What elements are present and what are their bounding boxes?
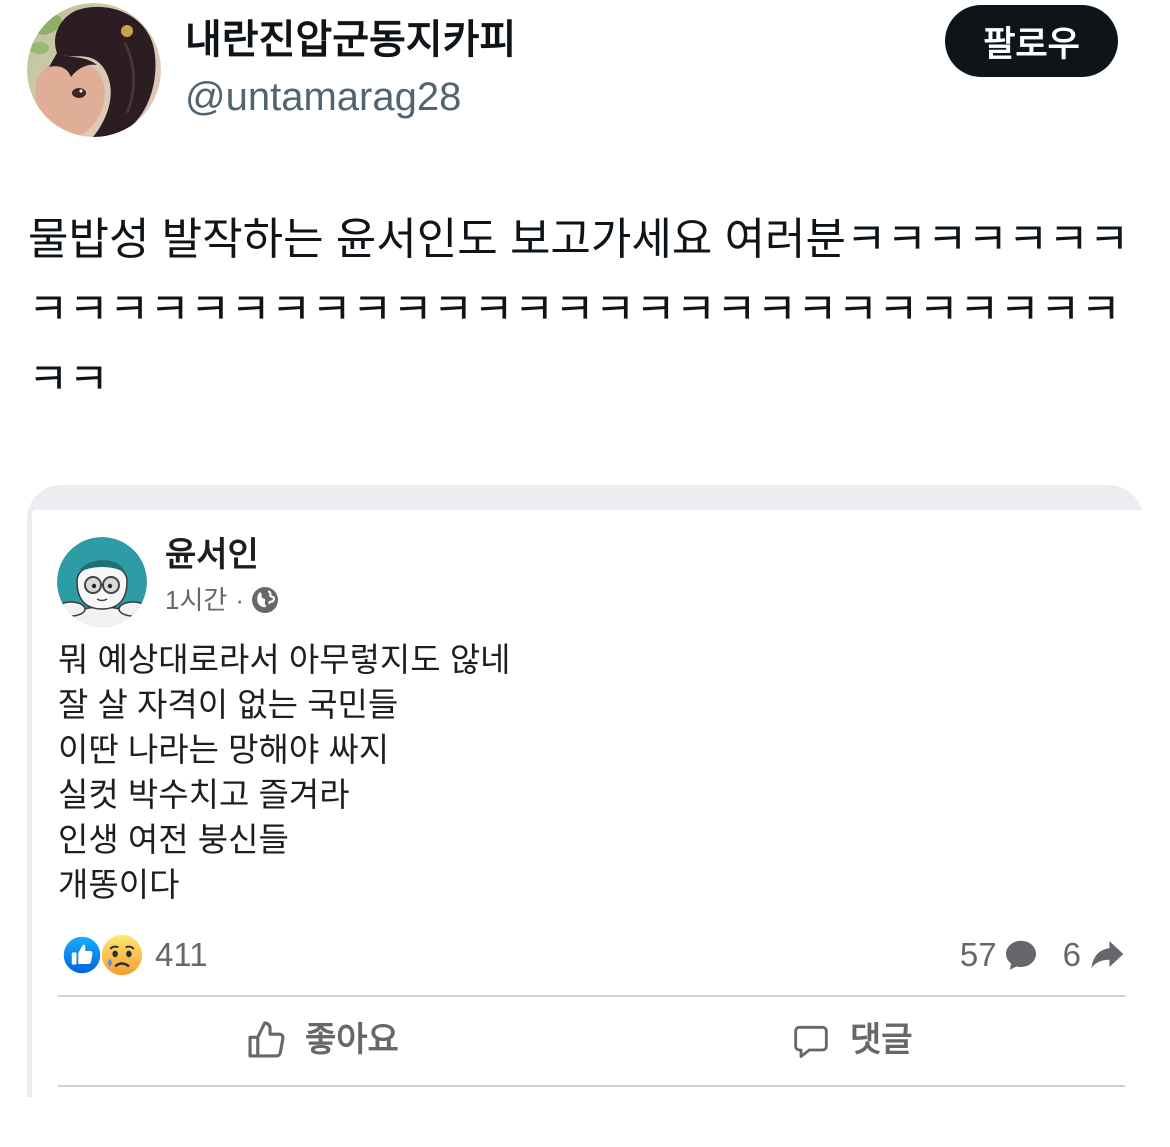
like-reaction-icon	[62, 935, 102, 975]
thumbs-up-outline-icon	[248, 1021, 285, 1058]
fb-timestamp: 1시간	[165, 585, 228, 615]
comment-count: 57	[959, 936, 997, 973]
fb-actions-divider	[58, 1085, 1125, 1087]
anime-portrait-avatar-icon	[27, 3, 161, 137]
fb-post-line: 이딴 나라는 망해야 싸지	[58, 731, 390, 768]
fb-author-avatar	[57, 537, 147, 627]
fb-post-line: 개똥이다	[58, 866, 180, 903]
fb-post-body: 뭐 예상대로라서 아무렇지도 않네 잘 살 자격이 없는 국민들 이딴 나라는 …	[58, 637, 1118, 907]
tweet-page: 내란진압군동지카피 @untamarag28 팔로우 물밥성 발작하는 윤서인도…	[0, 0, 1170, 1147]
globe-icon	[251, 587, 278, 613]
fb-post-stats: 57 6	[960, 933, 1127, 977]
comment-action-label: 댓글	[850, 1021, 913, 1059]
comment-outline-icon	[794, 1025, 828, 1058]
fb-post-meta: 1시간 ·	[165, 584, 278, 616]
sad-reaction-icon	[100, 933, 144, 977]
like-action-label: 좋아요	[305, 1021, 399, 1059]
author-display-name[interactable]: 내란진압군동지카피	[185, 14, 516, 66]
cartoon-glasses-avatar-icon	[57, 537, 147, 627]
fb-post-line: 인생 여전 붕신들	[58, 821, 289, 858]
share-arrow-icon	[1091, 941, 1124, 969]
fb-stats-divider	[58, 995, 1125, 997]
fb-post-line: 뭐 예상대로라서 아무렇지도 않네	[58, 641, 511, 678]
fb-author-name: 윤서인	[165, 536, 259, 574]
author-handle[interactable]: @untamarag28	[185, 71, 461, 123]
facebook-post-screenshot: 윤서인 1시간 · 뭐 예상대로라서 아무렇지도 않네 잘 살 자격이 없는 국…	[32, 510, 1143, 1097]
embedded-image-card[interactable]: 윤서인 1시간 · 뭐 예상대로라서 아무렇지도 않네 잘 살 자격이 없는 국…	[27, 485, 1143, 1097]
comment-bubble-icon	[1005, 940, 1036, 970]
share-count: 6	[1062, 936, 1081, 973]
reaction-count: 411	[155, 936, 208, 973]
author-avatar[interactable]	[27, 3, 161, 137]
fb-post-line: 실컷 박수치고 즐겨라	[58, 776, 350, 813]
fb-post-line: 잘 살 자격이 없는 국민들	[58, 686, 399, 723]
follow-button[interactable]: 팔로우	[945, 5, 1118, 77]
tweet-text: 물밥성 발작하는 윤서인도 보고가세요 여러분ㅋㅋㅋㅋㅋㅋㅋㅋㅋㅋㅋㅋㅋㅋㅋㅋㅋ…	[28, 215, 1130, 404]
fb-meta-separator: ·	[235, 585, 244, 615]
